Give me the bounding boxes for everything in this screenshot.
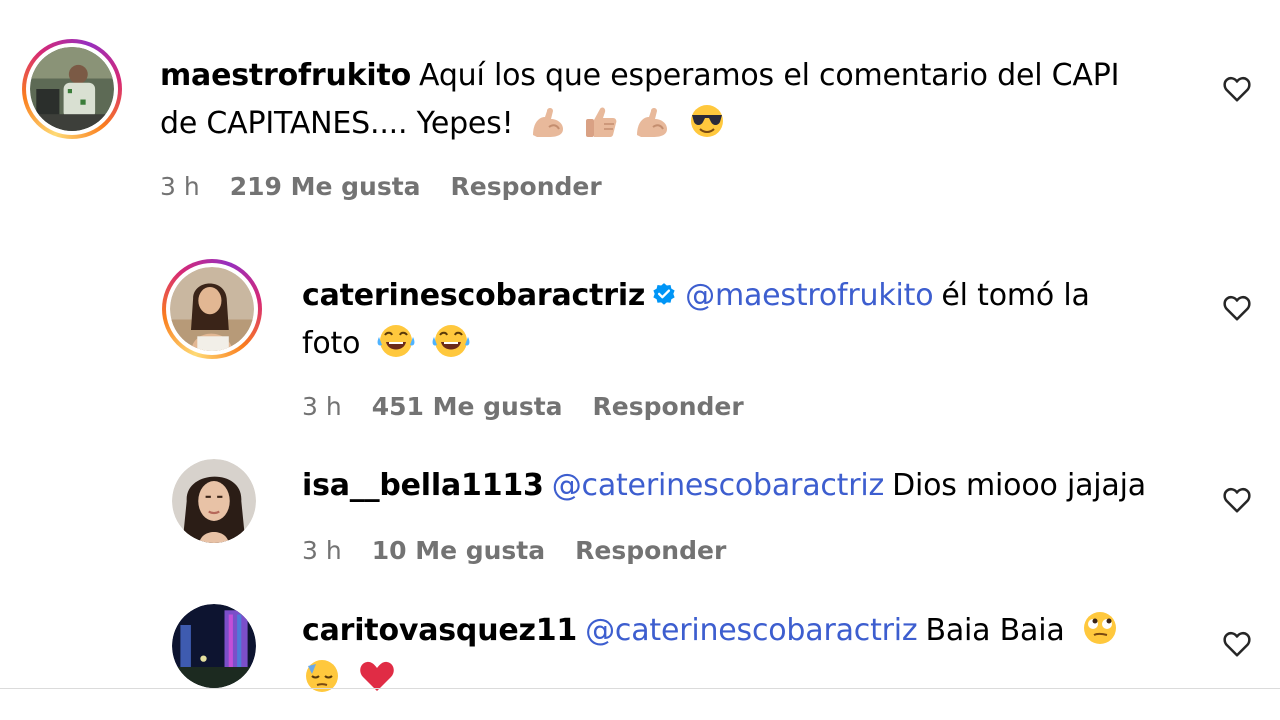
avatar[interactable] (162, 259, 262, 359)
username[interactable]: caritovasquez11 (302, 613, 577, 648)
heart-outline-icon[interactable] (1222, 485, 1252, 515)
comment-body: maestrofrukito Aquí los que esperamos el … (160, 52, 1200, 148)
username[interactable]: caterinescobaractriz (302, 278, 645, 313)
username[interactable]: isa__bella1113 (302, 468, 544, 503)
like-count[interactable]: 219 Me gusta (230, 172, 421, 201)
comment-meta: 3 h 451 Me gusta Responder (302, 392, 744, 421)
heart-outline-icon[interactable] (1222, 74, 1252, 104)
verified-badge-icon (653, 283, 675, 305)
thumbs-up-icon (586, 107, 617, 137)
username[interactable]: maestrofrukito (160, 58, 411, 93)
reply-button[interactable]: Responder (451, 172, 602, 201)
timestamp[interactable]: 3 h (302, 536, 342, 565)
avatar[interactable] (172, 604, 256, 688)
comment-body: isa__bella1113 @caterinescobaractriz Dios … (302, 462, 1202, 510)
mention-link[interactable]: @maestrofrukito (685, 278, 933, 313)
comment-text: Baia Baia (925, 613, 1065, 648)
mention-link[interactable]: @caterinescobaractriz (585, 613, 918, 648)
divider (0, 688, 1280, 689)
comment-text: Aquí los que esperamos el comentario del… (419, 58, 1120, 93)
comment-text-line2: de CAPITANES.... Yepes! (160, 106, 514, 141)
mention-link[interactable]: @caterinescobaractriz (552, 468, 885, 503)
avatar[interactable] (172, 459, 256, 543)
like-count[interactable]: 451 Me gusta (372, 392, 563, 421)
avatar-image (30, 47, 114, 131)
avatar[interactable] (22, 39, 122, 139)
comment-text-line2: foto (302, 326, 361, 361)
smiling-face-with-sunglasses-icon (690, 105, 723, 137)
face-with-rolling-eyes-icon (1083, 612, 1116, 644)
heart-outline-icon[interactable] (1222, 293, 1252, 323)
flexed-biceps-icon (532, 108, 563, 137)
heart-outline-icon[interactable] (1222, 629, 1252, 659)
timestamp[interactable]: 3 h (160, 172, 200, 201)
comment-text: Dios miooo jajaja (892, 468, 1146, 503)
reply-button[interactable]: Responder (575, 536, 726, 565)
like-count[interactable]: 10 Me gusta (372, 536, 545, 565)
face-with-tears-of-joy-icon (377, 325, 415, 357)
avatar-image (172, 604, 256, 688)
timestamp[interactable]: 3 h (302, 392, 342, 421)
avatar-image (172, 459, 256, 543)
flexed-biceps-icon (637, 108, 668, 137)
comment-text: él tomó la (941, 278, 1090, 313)
comment-meta: 3 h 10 Me gusta Responder (302, 536, 726, 565)
reply-button[interactable]: Responder (593, 392, 744, 421)
avatar-image (170, 267, 254, 351)
comment-meta: 3 h 219 Me gusta Responder (160, 172, 602, 201)
comment-body: caterinescobaractriz @maestrofrukito él to… (302, 272, 1202, 368)
face-with-tears-of-joy-icon (432, 325, 470, 357)
